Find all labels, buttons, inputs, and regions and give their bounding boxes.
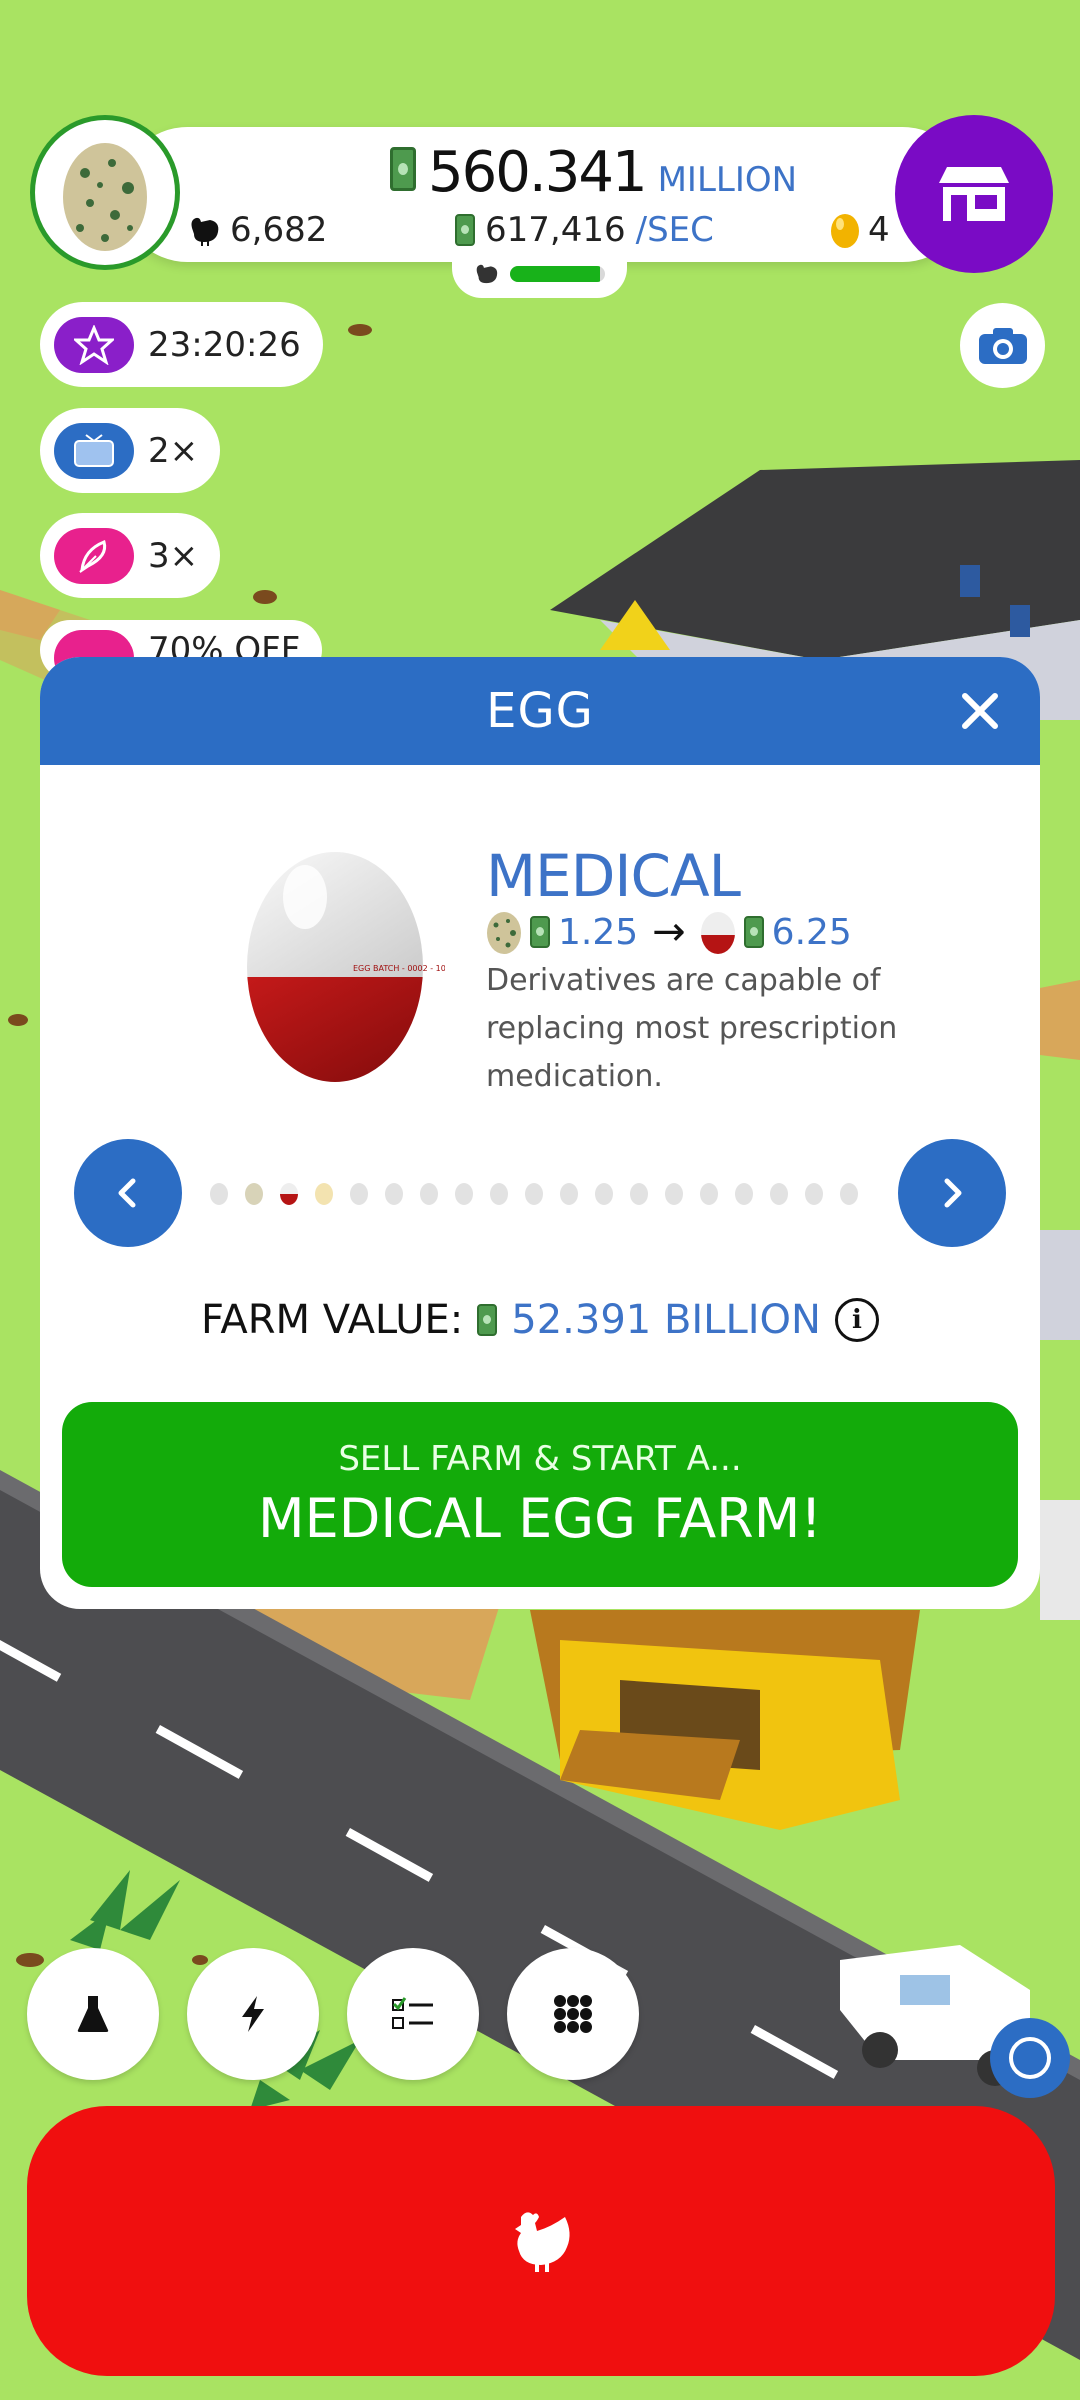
- money-display: 560.341 MILLION: [390, 140, 797, 205]
- progress-fill: [510, 266, 601, 282]
- farm-value: FARM VALUE: 52.391 BILLION i: [40, 1297, 1040, 1343]
- progress-track: [510, 266, 605, 282]
- lightning-icon: [242, 1996, 264, 2032]
- pager-dot[interactable]: [700, 1183, 718, 1205]
- boost-video[interactable]: 2×: [40, 408, 221, 493]
- pager-dot[interactable]: [805, 1183, 823, 1205]
- ring-icon: [1009, 2037, 1051, 2079]
- value-arrow: →: [652, 909, 686, 955]
- chicken-icon: [515, 2212, 570, 2272]
- money-unit: MILLION: [657, 160, 798, 200]
- close-icon: [962, 693, 998, 729]
- dialog-title: EGG: [486, 683, 594, 739]
- rate-value: 617,416: [485, 210, 626, 250]
- chicken-count: 6,682: [188, 210, 327, 250]
- pager-dot[interactable]: [315, 1183, 333, 1205]
- dialog-header: EGG: [40, 657, 1040, 765]
- sell-subtitle: SELL FARM & START A...: [338, 1439, 742, 1479]
- pager-dot[interactable]: [490, 1183, 508, 1205]
- boost-feather[interactable]: 3×: [40, 513, 221, 598]
- chevron-left-icon: [118, 1178, 136, 1208]
- rate-unit: /SEC: [635, 210, 714, 250]
- sell-farm-button[interactable]: SELL FARM & START A... MEDICAL EGG FARM!: [62, 1402, 1018, 1587]
- farm-value-label: FARM VALUE:: [201, 1297, 464, 1343]
- cash-icon: [530, 916, 550, 948]
- pager-dot[interactable]: [420, 1183, 438, 1205]
- pager-dot[interactable]: [665, 1183, 683, 1205]
- cash-icon: [390, 147, 416, 191]
- hatch-chicken-button[interactable]: [27, 2106, 1055, 2376]
- chevron-right-icon: [944, 1178, 962, 1208]
- egg-pager: [210, 1183, 858, 1205]
- info-icon[interactable]: i: [834, 1298, 879, 1342]
- pager-dot[interactable]: [735, 1183, 753, 1205]
- pager-dot[interactable]: [560, 1183, 578, 1205]
- pager-dot[interactable]: [595, 1183, 613, 1205]
- star-icon: [54, 316, 134, 373]
- pager-dot[interactable]: [455, 1183, 473, 1205]
- previous-egg-button[interactable]: [74, 1139, 182, 1247]
- egg-upgrade-dialog: EGG EGG BATCH - 0002 - 109 MEDICAL 1.25 …: [40, 657, 1040, 1609]
- egg-description: Derivatives are capable of replacing mos…: [486, 963, 898, 1094]
- medical-egg-image: EGG BATCH - 0002 - 109: [247, 852, 445, 1082]
- research-button[interactable]: [27, 1948, 159, 2080]
- boost-feather-value: 3×: [148, 535, 199, 576]
- close-button[interactable]: [950, 681, 1010, 741]
- current-egg-avatar[interactable]: [30, 115, 180, 270]
- shop-button[interactable]: [895, 115, 1053, 273]
- missions-button[interactable]: [347, 1948, 479, 2080]
- farm-value-amount: 52.391 BILLION: [511, 1297, 821, 1343]
- egg-batch-label: EGG BATCH - 0002 - 109: [353, 964, 445, 973]
- golden-egg-count[interactable]: 4: [830, 210, 890, 250]
- next-egg-button[interactable]: [898, 1139, 1006, 1247]
- medical-egg-icon: [700, 912, 735, 954]
- flask-icon: [77, 1996, 109, 2032]
- cash-icon: [743, 916, 764, 948]
- drone-button[interactable]: [990, 2018, 1070, 2098]
- value-from: 1.25: [558, 911, 639, 953]
- feather-icon: [54, 527, 134, 584]
- store-icon: [939, 167, 1009, 221]
- quail-egg-icon: [63, 142, 147, 251]
- pager-dot[interactable]: [210, 1183, 228, 1205]
- pager-dot[interactable]: [245, 1183, 263, 1205]
- golden-egg-icon: [831, 214, 859, 248]
- boost-timer[interactable]: 23:20:26: [40, 302, 323, 387]
- quail-egg-icon: [487, 912, 521, 954]
- pager-dot[interactable]: [630, 1183, 648, 1205]
- camera-button[interactable]: [960, 303, 1045, 388]
- boosts-button[interactable]: [187, 1948, 319, 2080]
- chicken-icon: [191, 217, 219, 246]
- checklist-icon: [392, 1997, 433, 2029]
- habitat-progress[interactable]: [452, 250, 627, 298]
- money-amount: 560.341: [428, 140, 648, 205]
- pager-dot[interactable]: [280, 1183, 298, 1205]
- egg-value-change: 1.25 → 6.25: [486, 909, 852, 955]
- cash-icon: [477, 1304, 498, 1336]
- chicken-count-value: 6,682: [230, 210, 328, 250]
- egg-name: MEDICAL: [486, 842, 741, 910]
- sell-title: MEDICAL EGG FARM!: [258, 1487, 822, 1550]
- pager-dot[interactable]: [840, 1183, 858, 1205]
- menu-button[interactable]: [507, 1948, 639, 2080]
- pager-dot[interactable]: [350, 1183, 368, 1205]
- pager-dot[interactable]: [525, 1183, 543, 1205]
- grid-icon: [554, 1995, 592, 2033]
- boost-video-value: 2×: [148, 430, 199, 471]
- camera-icon: [978, 327, 1027, 364]
- pager-dot[interactable]: [385, 1183, 403, 1205]
- tv-icon: [54, 422, 134, 479]
- chicken-icon: [476, 264, 498, 284]
- pager-dot[interactable]: [770, 1183, 788, 1205]
- golden-egg-value: 4: [868, 210, 890, 250]
- cash-icon: [455, 214, 475, 246]
- earning-rate: 617,416/SEC: [455, 210, 714, 250]
- boost-timer-value: 23:20:26: [148, 324, 301, 365]
- value-to: 6.25: [771, 911, 852, 953]
